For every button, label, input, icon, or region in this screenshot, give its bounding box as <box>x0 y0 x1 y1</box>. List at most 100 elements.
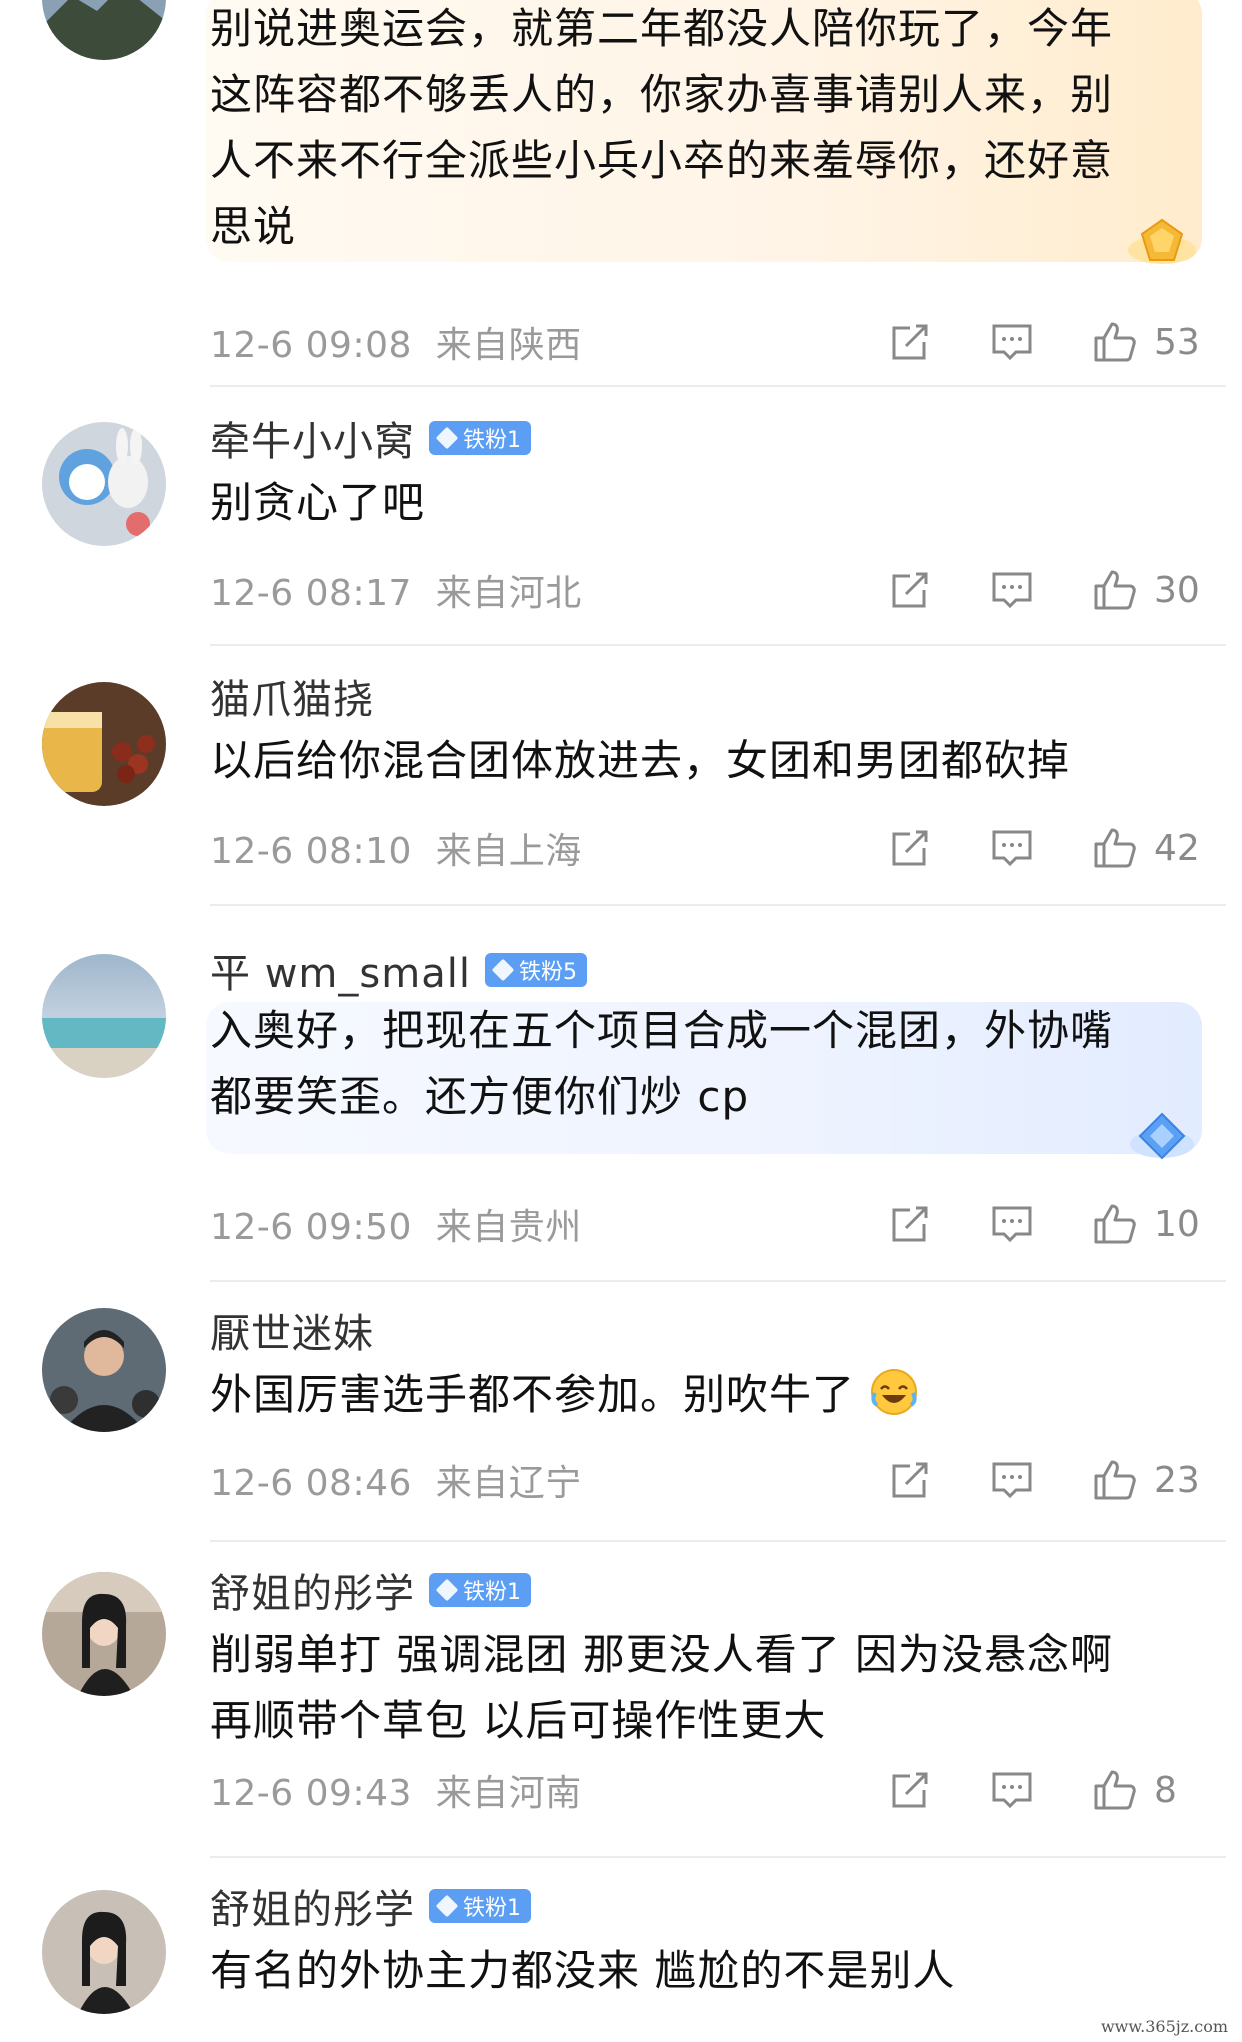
watermark: www.365jz.com <box>1100 2017 1228 2036</box>
share-button[interactable] <box>880 1194 940 1254</box>
fan-badge: 铁粉1 <box>429 1889 531 1923</box>
comment-text-line: 削弱单打 强调混团 那更没人看了 因为没悬念啊 <box>210 1630 1114 1679</box>
like-button[interactable] <box>1084 560 1144 620</box>
comment-text-line: 有名的外协主力都没来 尴尬的不是别人 <box>210 1946 956 1995</box>
comment-actions: 10 <box>880 1194 1202 1254</box>
comment-actions: 23 <box>880 1450 1202 1510</box>
user-row: 舒姐的彤学 铁粉1 <box>210 1562 1242 1618</box>
reply-icon <box>992 830 1032 867</box>
share-button[interactable] <box>880 1450 940 1510</box>
comment-actions: 53 <box>880 312 1202 372</box>
user-row: 舒姐的彤学 铁粉1 <box>210 1878 1242 1934</box>
share-button[interactable] <box>880 1760 940 1820</box>
like-button[interactable] <box>1084 1760 1144 1820</box>
comment-text-line: 思说 <box>210 202 297 251</box>
comment-body: 舒姐的彤学 铁粉1 有名的外协主力都没来 尴尬的不是别人 <box>210 1878 1242 2004</box>
avatar[interactable] <box>42 1308 166 1432</box>
share-icon <box>892 572 928 608</box>
like-button[interactable] <box>1084 1450 1144 1510</box>
comment-text-line: 以后给你混合团体放进去，女团和男团都砍掉 <box>210 736 1071 785</box>
comment-text-line: 别贪心了吧 <box>210 478 426 527</box>
comment-actions: 30 <box>880 560 1202 620</box>
like-icon <box>1094 828 1136 868</box>
reply-button[interactable] <box>982 1450 1042 1510</box>
diamond-icon <box>435 426 459 450</box>
divider <box>210 644 1226 646</box>
comment-item: 舒姐的彤学 铁粉1 有名的外协主力都没来 尴尬的不是别人 <box>0 1878 1242 2042</box>
comment-item: 舒姐的彤学 铁粉1 削弱单打 强调混团 那更没人看了 因为没悬念啊 再顺带个草包… <box>0 1562 1242 1860</box>
like-count: 10 <box>1154 1203 1200 1245</box>
comment-time: 12-6 09:08 来自陕西 <box>210 325 582 366</box>
comment-time: 12-6 09:43 来自河南 <box>210 1773 582 1814</box>
diamond-icon <box>435 1894 459 1918</box>
like-icon <box>1094 322 1136 362</box>
comment-body: 别说进奥运会，就第二年都没人陪你玩了，今年 这阵容都不够丢人的，你家办喜事请别人… <box>206 0 1242 366</box>
avatar[interactable] <box>42 0 166 60</box>
reply-button[interactable] <box>982 560 1042 620</box>
divider <box>210 1856 1226 1858</box>
avatar[interactable] <box>42 1890 166 2014</box>
comment-body: 舒姐的彤学 铁粉1 削弱单打 强调混团 那更没人看了 因为没悬念啊 再顺带个草包… <box>210 1562 1242 1814</box>
comment-meta: 12-6 09:43 来自河南 8 <box>210 1760 1202 1820</box>
share-icon <box>892 830 928 866</box>
avatar[interactable] <box>42 954 166 1078</box>
fan-badge: 铁粉1 <box>429 421 531 455</box>
reply-button[interactable] <box>982 312 1042 372</box>
fan-badge: 铁粉1 <box>429 1573 531 1607</box>
username[interactable]: 舒姐的彤学 <box>210 1877 415 1935</box>
avatar[interactable] <box>42 422 166 546</box>
like-count: 8 <box>1154 1769 1177 1811</box>
like-icon <box>1094 1460 1136 1500</box>
diamond-icon <box>491 958 515 982</box>
comment-meta: 12-6 08:46 来自辽宁 23 <box>210 1450 1202 1510</box>
comment-actions: 8 <box>880 1760 1202 1820</box>
reply-button[interactable] <box>982 1760 1042 1820</box>
like-count: 53 <box>1154 321 1200 363</box>
share-icon <box>892 324 928 360</box>
comment-time: 12-6 08:46 来自辽宁 <box>210 1463 582 1504</box>
share-button[interactable] <box>880 818 940 878</box>
like-button[interactable] <box>1084 312 1144 372</box>
username[interactable]: 牵牛小小窝 <box>210 409 415 467</box>
comment-text-line: 这阵容都不够丢人的，你家办喜事请别人来，别 <box>210 70 1114 119</box>
user-row: 平 wm_small 铁粉5 <box>210 942 1242 998</box>
diamond-icon <box>435 1578 459 1602</box>
share-button[interactable] <box>880 560 940 620</box>
avatar[interactable] <box>42 1572 166 1696</box>
divider <box>210 904 1226 906</box>
gold-gem-icon <box>1128 218 1196 264</box>
comment-text-line: 再顺带个草包 以后可操作性更大 <box>210 1696 827 1745</box>
avatar[interactable] <box>42 682 166 806</box>
user-row: 厭世迷妹 <box>210 1302 1242 1358</box>
like-count: 23 <box>1154 1459 1200 1501</box>
reply-icon <box>992 1772 1032 1809</box>
share-button[interactable] <box>880 312 940 372</box>
comment-time: 12-6 09:50 来自贵州 <box>210 1207 582 1248</box>
username[interactable]: 厭世迷妹 <box>210 1301 374 1359</box>
comment-item: 厭世迷妹 外国厉害选手都不参加。别吹牛了 12-6 08:46 来自辽宁 23 <box>0 1302 1242 1546</box>
comment-text-line: 都要笑歪。还方便你们炒 cp <box>210 1072 750 1121</box>
comment-meta: 12-6 08:10 来自上海 42 <box>210 818 1202 878</box>
comment-actions: 42 <box>880 818 1202 878</box>
share-icon <box>892 1772 928 1808</box>
reply-button[interactable] <box>982 818 1042 878</box>
comment-time: 12-6 08:17 来自河北 <box>210 573 582 614</box>
username[interactable]: 猫爪猫挠 <box>210 667 374 725</box>
username[interactable]: 舒姐的彤学 <box>210 1561 415 1619</box>
like-icon <box>1094 1204 1136 1244</box>
comment-text: 外国厉害选手都不参加。别吹牛了 <box>210 1362 1242 1428</box>
comment-text-line: 入奥好，把现在五个项目合成一个混团，外协嘴 <box>210 1006 1114 1055</box>
divider <box>210 1540 1226 1542</box>
comment-body: 厭世迷妹 外国厉害选手都不参加。别吹牛了 12-6 08:46 来自辽宁 23 <box>210 1302 1242 1504</box>
like-icon <box>1094 570 1136 610</box>
reply-icon <box>992 572 1032 609</box>
like-count: 42 <box>1154 827 1200 869</box>
reply-icon <box>992 324 1032 361</box>
share-icon <box>892 1206 928 1242</box>
like-button[interactable] <box>1084 818 1144 878</box>
username[interactable]: 平 wm_small <box>210 941 471 999</box>
reply-button[interactable] <box>982 1194 1042 1254</box>
like-button[interactable] <box>1084 1194 1144 1254</box>
fan-badge: 铁粉5 <box>484 953 587 987</box>
comment-meta: 12-6 09:08 来自陕西 53 <box>210 312 1202 372</box>
